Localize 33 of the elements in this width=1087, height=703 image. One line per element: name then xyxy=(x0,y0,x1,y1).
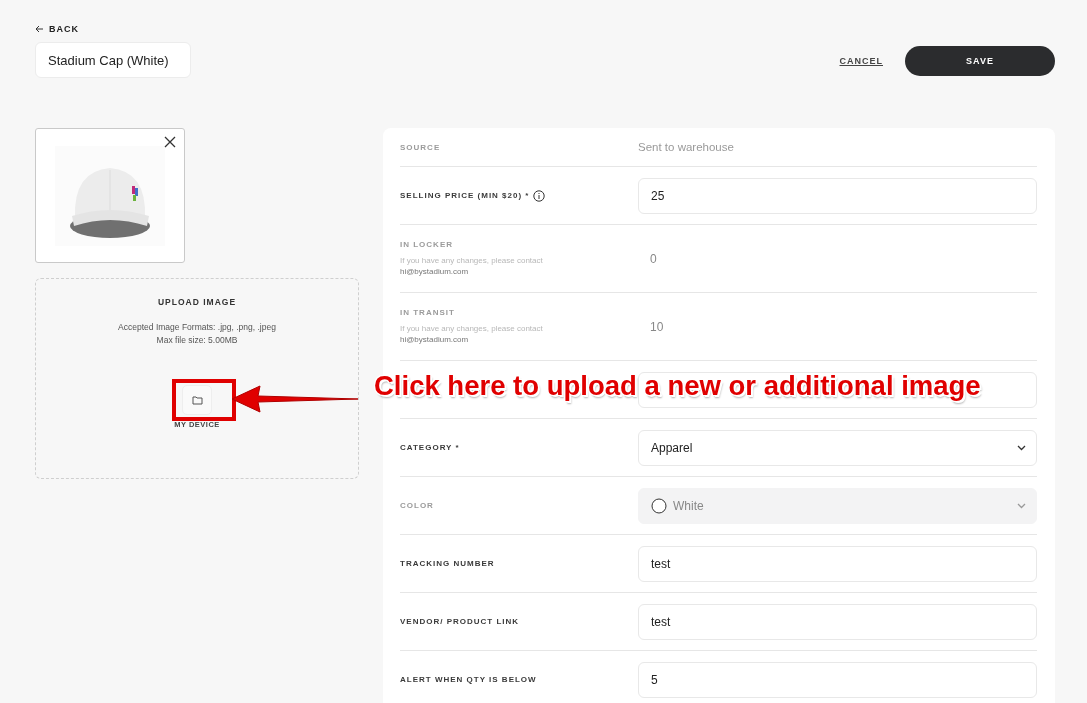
upload-info: Accepted Image Formats: .jpg, .png, .jpeg Max file size: 5.00MB xyxy=(118,321,276,347)
field-hint: If you have any changes, please contact hi@bystadium.com xyxy=(400,323,544,345)
field-label: TRACKING NUMBER xyxy=(400,559,495,568)
arrow-left-icon xyxy=(35,25,44,33)
save-button[interactable]: SAVE xyxy=(905,46,1055,76)
field-hint: If you have any changes, please contact hi@bystadium.com xyxy=(400,255,544,277)
field-label: SELLING PRICE (MIN $20) * xyxy=(400,191,530,200)
select-field[interactable]: Apparel xyxy=(638,429,1037,466)
field-label: IN LOCKER xyxy=(400,240,453,249)
email-link[interactable]: hi@bystadium.com xyxy=(400,335,469,344)
field-label: IN TRANSIT xyxy=(400,308,455,317)
annotation-text: Click here to upload a new or additional image xyxy=(374,370,981,402)
input-field[interactable]: 5 xyxy=(638,661,1037,698)
input-field[interactable]: 25 xyxy=(638,177,1037,214)
field-label: SOURCE xyxy=(400,142,441,152)
highlight-frame xyxy=(172,379,236,421)
folder-icon xyxy=(191,395,203,405)
field-label: ALERT WHEN QTY IS BELOW xyxy=(400,675,537,684)
chevron-icon xyxy=(1017,502,1026,509)
field-value: 10 xyxy=(649,319,664,334)
upload-title: UPLOAD IMAGE xyxy=(157,297,237,307)
field-value: 0 xyxy=(649,251,657,266)
cancel-link[interactable]: CANCEL xyxy=(839,56,883,66)
back-link[interactable]: BACK xyxy=(35,24,191,34)
info-icon[interactable] xyxy=(533,189,546,202)
email-link[interactable]: hi@bystadium.com xyxy=(400,267,469,276)
chevron-icon xyxy=(1017,444,1026,451)
field-label: COLOR xyxy=(400,501,434,510)
input-field[interactable]: test xyxy=(638,545,1037,582)
field-label: VENDOR/ PRODUCT LINK xyxy=(400,617,520,626)
title-field[interactable]: Stadium Cap (White) xyxy=(35,42,191,78)
field-label: CATEGORY * xyxy=(400,443,460,452)
input-field[interactable]: test xyxy=(638,603,1037,640)
